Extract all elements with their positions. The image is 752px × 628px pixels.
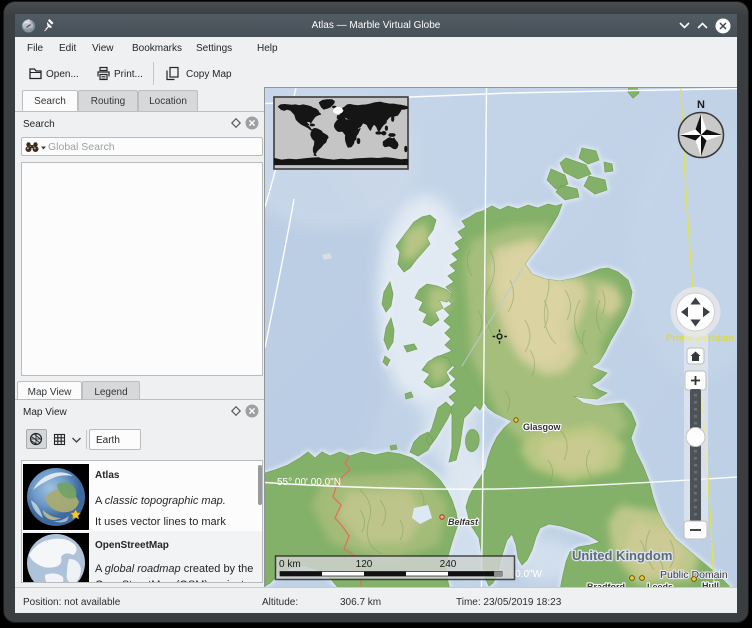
svg-text:United Kingdom: United Kingdom bbox=[572, 548, 672, 563]
svg-text:N: N bbox=[697, 99, 705, 111]
svg-text:55° 00' 00.0"N: 55° 00' 00.0"N bbox=[277, 477, 341, 488]
svg-text:120: 120 bbox=[356, 559, 373, 570]
svg-text:Belfast: Belfast bbox=[448, 517, 479, 527]
svg-text:240: 240 bbox=[440, 559, 457, 570]
svg-text:0 km: 0 km bbox=[279, 559, 301, 570]
svg-text:Glasgow: Glasgow bbox=[523, 422, 562, 432]
